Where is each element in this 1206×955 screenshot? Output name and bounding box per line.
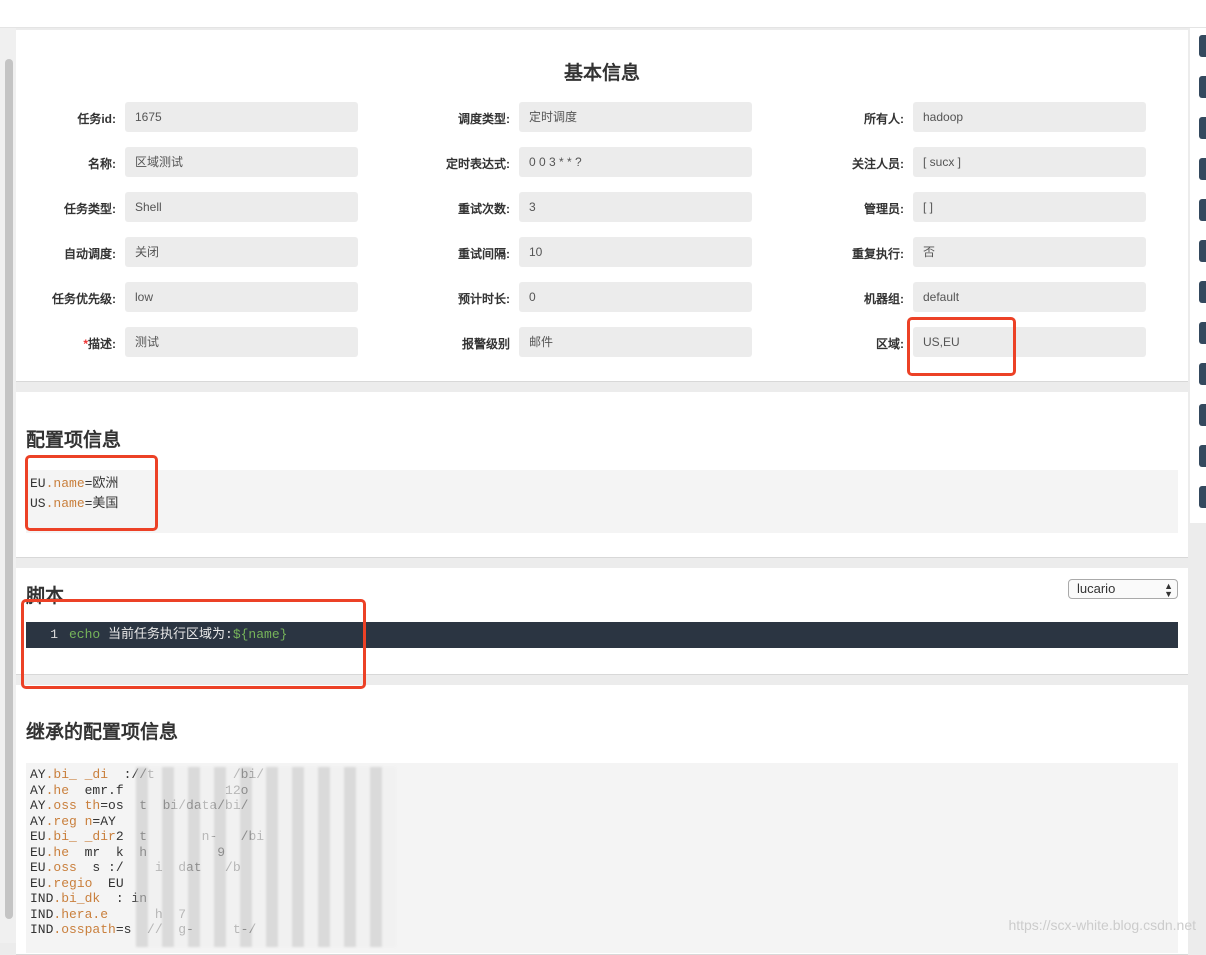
inherited-config-code: AY.bi_ _di ://t /bi/AY.he emr.f 12oAY.os… bbox=[26, 763, 1178, 953]
field-value[interactable]: default bbox=[913, 282, 1146, 312]
config-card: 配置项信息 EU.name=欧洲 US.name=美国 bbox=[16, 392, 1188, 558]
field-value[interactable]: low bbox=[125, 282, 358, 312]
field-label-text: 重试次数: bbox=[458, 202, 510, 216]
field-label-text: 区域: bbox=[876, 337, 904, 351]
field-value[interactable]: 关闭 bbox=[125, 237, 358, 267]
field-label: 预计时长: bbox=[400, 290, 510, 307]
field-label: 任务id: bbox=[6, 110, 116, 127]
field-label-text: 报警级别 bbox=[461, 337, 510, 351]
field-value[interactable]: 0 0 3 * * ? bbox=[519, 147, 752, 177]
field-label-text: 关注人员: bbox=[852, 157, 904, 171]
field-value[interactable]: 否 bbox=[913, 237, 1146, 267]
config-title: 配置项信息 bbox=[26, 430, 122, 451]
field-value[interactable]: 1675 bbox=[125, 102, 358, 132]
field-label-text: 管理员: bbox=[864, 202, 904, 216]
field-value[interactable]: 10 bbox=[519, 237, 752, 267]
theme-select[interactable]: lucario ▲ ▼ bbox=[1068, 579, 1178, 599]
annotation-box bbox=[21, 599, 366, 689]
field-value[interactable]: 测试 bbox=[125, 327, 358, 357]
sidebar-tab[interactable] bbox=[1199, 35, 1206, 57]
watermark: https://scx-white.blog.csdn.net bbox=[1008, 917, 1196, 933]
scrollbar-thumb[interactable] bbox=[5, 59, 13, 919]
field-value[interactable]: 区域测试 bbox=[125, 147, 358, 177]
field-label: 报警级别 bbox=[400, 335, 510, 352]
sidebar-tab[interactable] bbox=[1199, 404, 1206, 426]
field-value[interactable]: [ ] bbox=[913, 192, 1146, 222]
field-label-text: 预计时长: bbox=[458, 292, 510, 306]
field-label-text: 自动调度: bbox=[64, 247, 116, 261]
field-value[interactable]: 0 bbox=[519, 282, 752, 312]
config-line: EU.name=欧洲 bbox=[30, 476, 119, 491]
select-arrows-icon: ▲ ▼ bbox=[1164, 581, 1173, 599]
sidebar-tab[interactable] bbox=[1199, 445, 1206, 467]
top-bar bbox=[0, 0, 1206, 28]
field-label-text: 定时表达式: bbox=[446, 157, 510, 171]
sidebar-tab[interactable] bbox=[1199, 199, 1206, 221]
field-label: 任务类型: bbox=[6, 200, 116, 217]
field-label-text: 任务优先级: bbox=[52, 292, 116, 306]
field-value[interactable]: 3 bbox=[519, 192, 752, 222]
field-label-text: 名称: bbox=[88, 157, 116, 171]
config-line: US.name=美国 bbox=[30, 496, 119, 511]
field-label-text: 描述: bbox=[88, 337, 116, 351]
config-code: EU.name=欧洲 US.name=美国 bbox=[26, 470, 1178, 533]
annotation-box bbox=[25, 455, 158, 531]
field-label-text: 任务类型: bbox=[64, 202, 116, 216]
sidebar-tab[interactable] bbox=[1199, 281, 1206, 303]
annotation-box bbox=[907, 317, 1016, 376]
field-label: 区域: bbox=[794, 335, 904, 352]
field-label-text: 机器组: bbox=[864, 292, 904, 306]
field-label-text: 任务id: bbox=[77, 112, 116, 126]
field-label-text: 重复执行: bbox=[852, 247, 904, 261]
field-label: 重试次数: bbox=[400, 200, 510, 217]
sidebar-tab[interactable] bbox=[1199, 158, 1206, 180]
sidebar-tab[interactable] bbox=[1199, 76, 1206, 98]
field-label: 所有人: bbox=[794, 110, 904, 127]
sidebar-tab[interactable] bbox=[1199, 322, 1206, 344]
field-label: 重试间隔: bbox=[400, 245, 510, 262]
basic-info-title: 基本信息 bbox=[563, 63, 640, 84]
field-label: 定时表达式: bbox=[400, 155, 510, 172]
field-label: 重复执行: bbox=[794, 245, 904, 262]
field-label: 关注人员: bbox=[794, 155, 904, 172]
sidebar-tab[interactable] bbox=[1199, 363, 1206, 385]
field-value[interactable]: hadoop bbox=[913, 102, 1146, 132]
field-label: 名称: bbox=[6, 155, 116, 172]
field-label: 机器组: bbox=[794, 290, 904, 307]
mosaic-redaction bbox=[136, 767, 396, 947]
sidebar-tab[interactable] bbox=[1199, 240, 1206, 262]
field-label-text: 所有人: bbox=[864, 112, 904, 126]
field-label: 任务优先级: bbox=[6, 290, 116, 307]
field-label-text: 重试间隔: bbox=[458, 247, 510, 261]
field-value[interactable]: 定时调度 bbox=[519, 102, 752, 132]
field-label: 管理员: bbox=[794, 200, 904, 217]
field-label: *描述: bbox=[6, 335, 116, 352]
field-label: 调度类型: bbox=[400, 110, 510, 127]
inherited-config-card: 继承的配置项信息 AY.bi_ _di ://t /bi/AY.he emr.f… bbox=[16, 685, 1188, 955]
inherited-title: 继承的配置项信息 bbox=[26, 722, 179, 743]
field-value[interactable]: [ sucx ] bbox=[913, 147, 1146, 177]
field-label-text: 调度类型: bbox=[458, 112, 510, 126]
field-value[interactable]: 邮件 bbox=[519, 327, 752, 357]
sidebar-tab[interactable] bbox=[1199, 117, 1206, 139]
field-label: 自动调度: bbox=[6, 245, 116, 262]
sidebar-tab[interactable] bbox=[1199, 486, 1206, 508]
field-value[interactable]: Shell bbox=[125, 192, 358, 222]
